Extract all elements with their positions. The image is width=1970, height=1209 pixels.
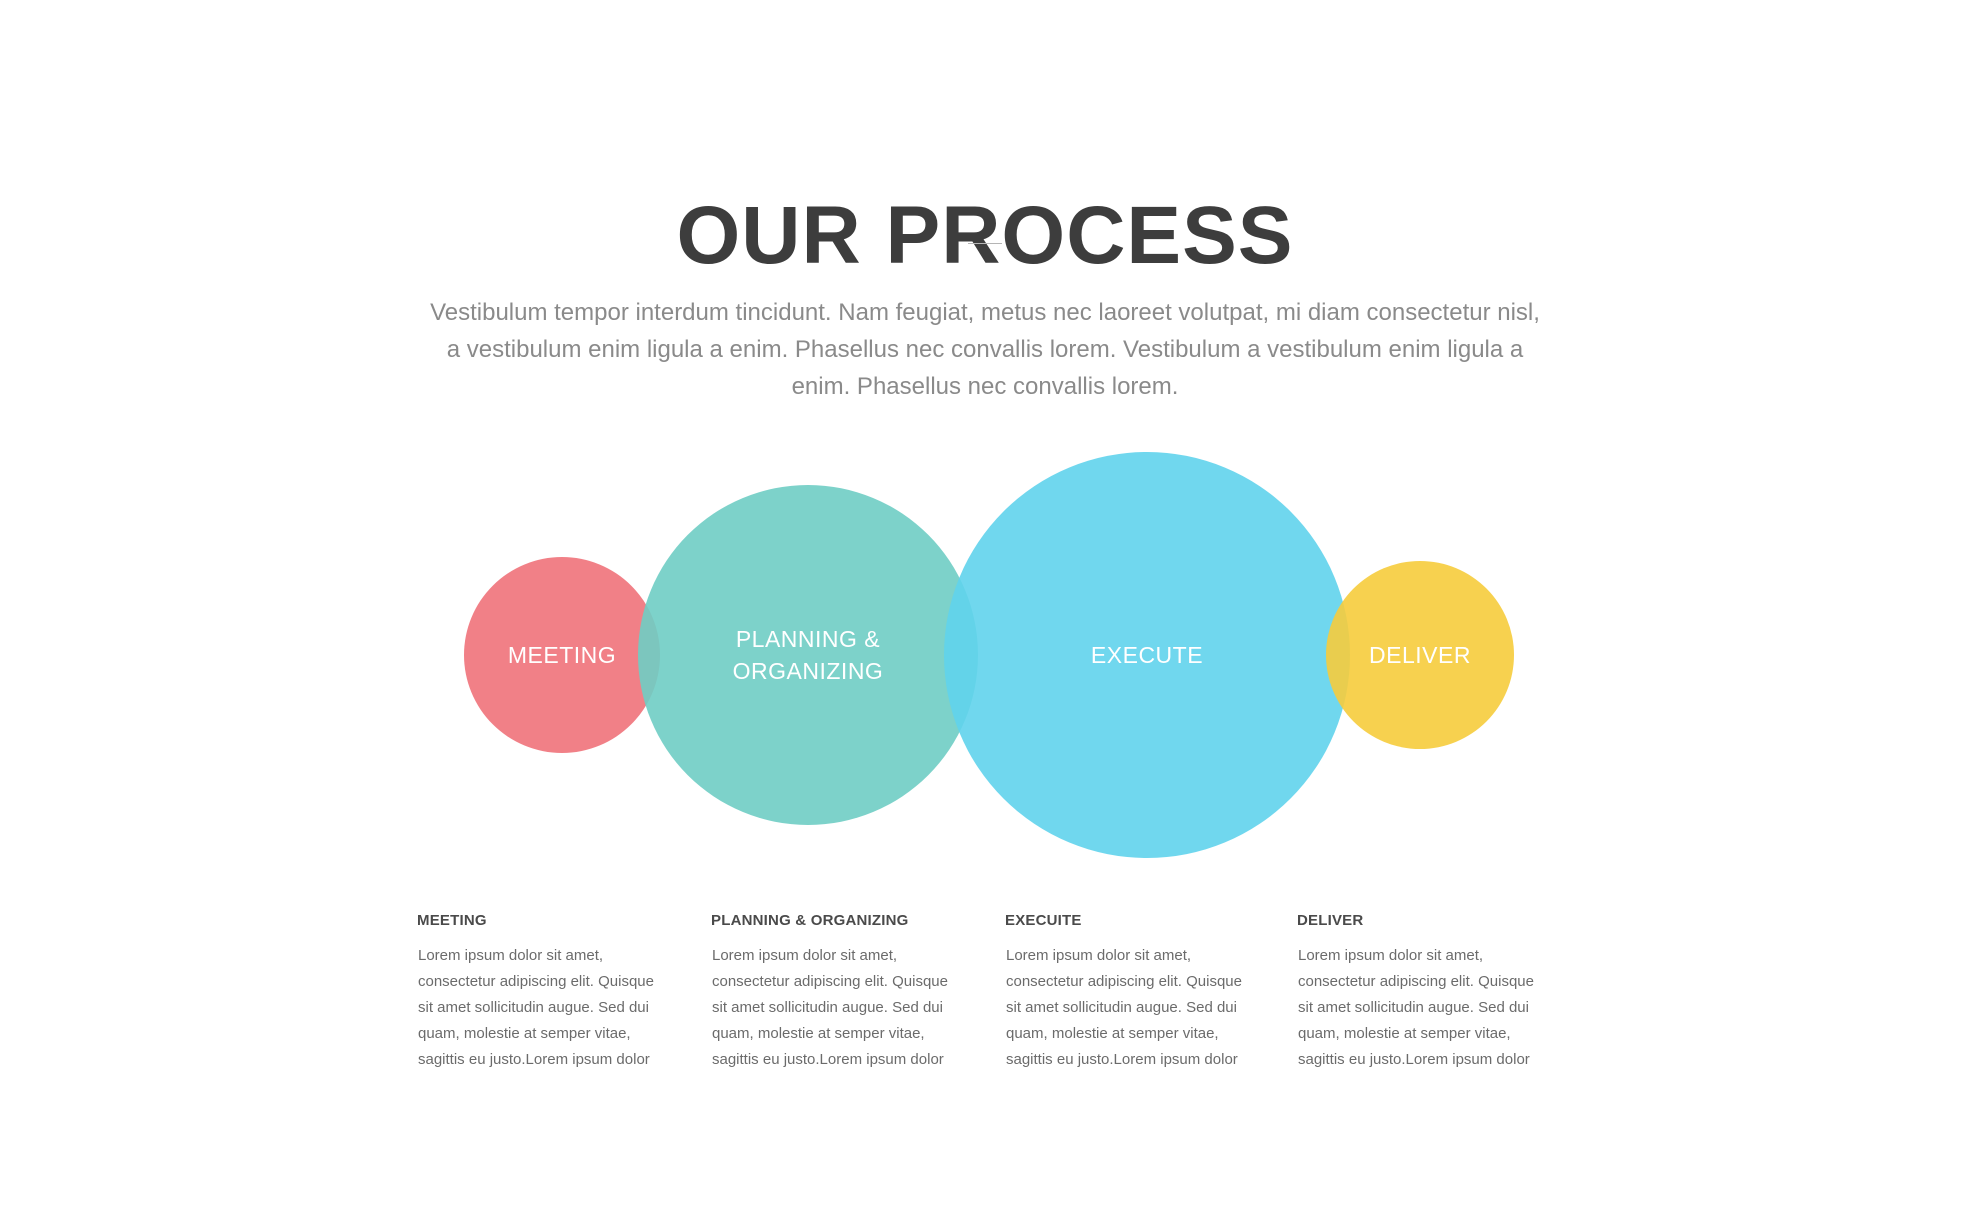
process-diagram: MEETING PLANNING & ORGANIZING EXECUTE DELIVE… [464, 452, 1514, 858]
execute-label: EXECUTE [1091, 642, 1203, 668]
step-description: Lorem ipsum dolor sit amet, consectetur … [418, 947, 654, 1068]
meeting-label: MEETING [508, 642, 616, 668]
step-title: EXECUITE [1005, 912, 1082, 929]
step-column-meeting: MEETING Lorem ipsum dolor sit amet, cons… [417, 912, 667, 1073]
step-column-deliver: DELIVER Lorem ipsum dolor sit amet, cons… [1297, 912, 1547, 1073]
step-description: Lorem ipsum dolor sit amet, consectetur … [1006, 947, 1242, 1068]
step-column-execute: EXECUITE Lorem ipsum dolor sit amet, con… [1005, 912, 1255, 1073]
step-title: DELIVER [1297, 912, 1364, 929]
step-title: MEETING [417, 912, 487, 929]
step-title: PLANNING & ORGANIZING [711, 912, 909, 929]
deliver-label: DELIVER [1369, 642, 1471, 668]
step-description: Lorem ipsum dolor sit amet, consectetur … [1298, 947, 1534, 1068]
step-description: Lorem ipsum dolor sit amet, consectetur … [712, 947, 948, 1068]
planning-organizing-label: ORGANIZING [733, 658, 884, 684]
planning-organizing-label: PLANNING & [736, 626, 880, 652]
planning-organizing-circle [638, 485, 978, 825]
step-column-planning: PLANNING & ORGANIZING Lorem ipsum dolor … [711, 912, 961, 1073]
